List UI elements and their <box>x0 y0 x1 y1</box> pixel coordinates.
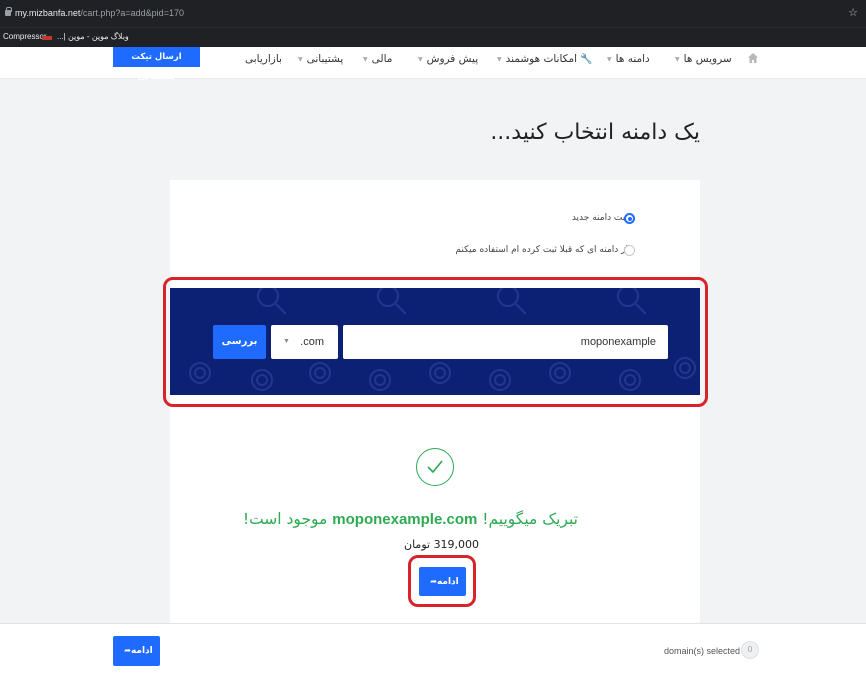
nav-item-finance[interactable]: مالی▼ <box>363 53 392 65</box>
nav-item-presale[interactable]: پیش فروش▼ <box>418 53 478 65</box>
nav-item-smart-features[interactable]: 🔧امکانات هوشمند▼ <box>497 53 592 65</box>
chevron-down-icon: ▼ <box>363 55 368 63</box>
bookmark-compressor[interactable]: Compressor <box>3 32 47 41</box>
share-arrow-icon: ➦ <box>124 646 131 655</box>
bookmark-star-icon[interactable]: ☆ <box>848 6 858 19</box>
nav-item-marketing[interactable]: بازاریابی <box>245 53 282 65</box>
chevron-down-icon: ▼ <box>418 55 423 63</box>
wrench-icon: 🔧 <box>580 54 593 65</box>
send-support-ticket-button[interactable]: ارسال تیکت پشتیبانی <box>113 47 200 82</box>
lock-icon <box>5 7 12 16</box>
chevron-down-icon: ▼ <box>298 55 303 63</box>
chevron-down-icon: ▼ <box>607 55 612 63</box>
domains-selected-label: domain(s) selected <box>664 646 741 656</box>
radio-use-existing[interactable] <box>624 245 635 256</box>
success-check-icon <box>416 448 454 486</box>
nav-item-domains[interactable]: دامنه ها▼ <box>607 53 650 65</box>
cart-footer: ادامه➦ domain(s) selected 0 <box>0 623 866 678</box>
chevron-down-icon: ▼ <box>497 55 502 63</box>
nav-item-support[interactable]: پشتیبانی▼ <box>298 53 343 65</box>
highlight-search-box <box>163 277 708 407</box>
availability-message: تبریک میگوییم! moponexample.com موجود اس… <box>242 510 578 528</box>
bookmark-mopon-blog[interactable]: وبلاگ موپن - موپن |... <box>57 32 129 41</box>
available-domain: moponexample.com <box>332 511 478 528</box>
home-icon[interactable] <box>747 52 759 64</box>
radio-register-new[interactable] <box>624 213 635 224</box>
domain-price: 319,000 تومان <box>404 538 480 551</box>
nav-item-services[interactable]: سرویس ها▼ <box>675 53 732 65</box>
url-text[interactable]: my.mizbanfa.net/cart.php?a=add&pid=170 <box>15 8 184 18</box>
browser-address-bar[interactable]: my.mizbanfa.net/cart.php?a=add&pid=170 ☆ <box>0 0 866 27</box>
chevron-down-icon: ▼ <box>675 55 680 63</box>
highlight-continue-button <box>408 555 476 607</box>
selected-count-badge: 0 <box>741 641 759 659</box>
page-title: یک دامنه انتخاب کنید... <box>490 120 700 145</box>
bookmarks-bar: Compressor وبلاگ موپن - موپن |... <box>0 27 866 47</box>
option-use-existing-domain[interactable]: از دامنه ای که قبلا ثبت کرده ام استفاده … <box>455 245 636 255</box>
footer-continue-button[interactable]: ادامه➦ <box>113 636 160 666</box>
bookmark-favicon-icon <box>42 36 52 40</box>
